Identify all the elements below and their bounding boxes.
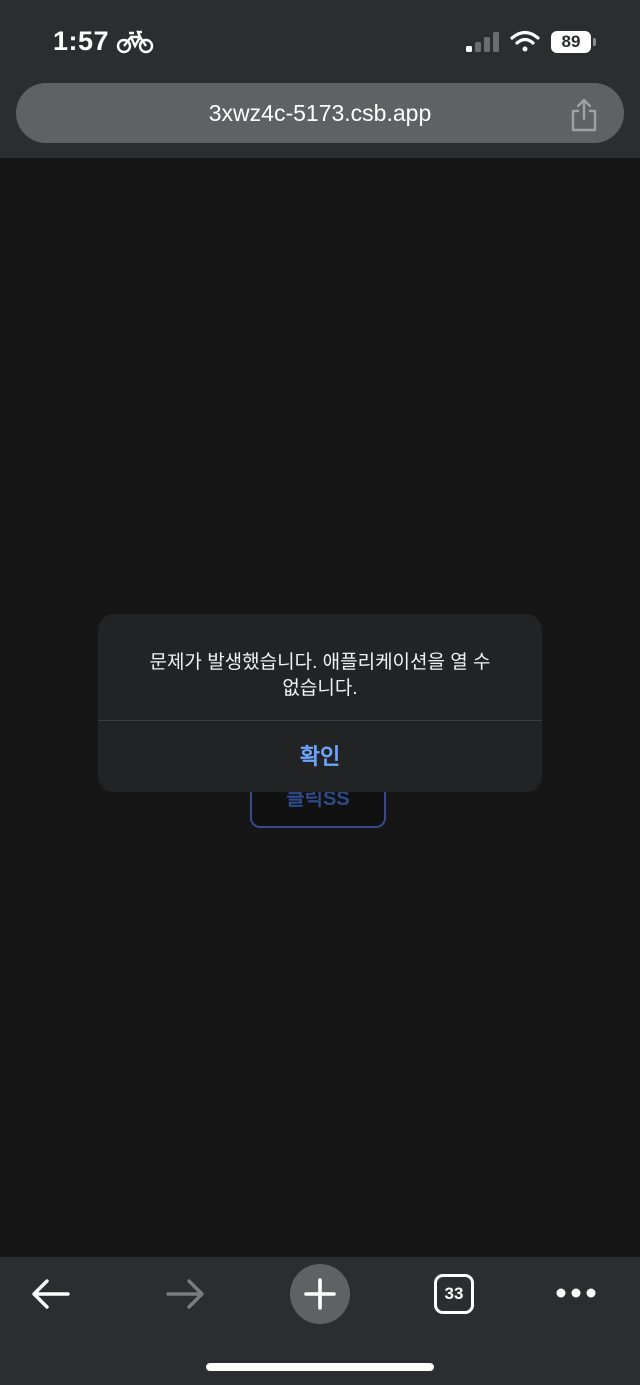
tab-switcher-button[interactable]: 33 [434,1274,474,1314]
plus-icon [304,1278,336,1310]
home-indicator[interactable] [206,1363,434,1371]
alert-message: 문제가 발생했습니다. 애플리케이션을 열 수 없습니다. [149,652,491,699]
alert-confirm-button[interactable]: 확인 [98,721,542,792]
alert-dialog: 문제가 발생했습니다. 애플리케이션을 열 수 없습니다. 확인 [98,614,542,792]
signal-icon [466,32,499,52]
back-icon[interactable] [30,1276,72,1312]
wifi-icon [510,30,540,52]
bike-icon [116,30,154,54]
status-time: 1:57 [53,26,110,56]
address-bar[interactable]: 3xwz4c-5173.csb.app [16,83,624,143]
battery-icon: 89 [551,31,591,53]
battery-nub [593,38,596,46]
forward-icon[interactable] [164,1276,206,1312]
more-icon[interactable] [556,1287,596,1299]
url-text[interactable]: 3xwz4c-5173.csb.app [16,100,624,127]
new-tab-button[interactable] [290,1264,350,1324]
share-icon[interactable] [568,97,600,133]
